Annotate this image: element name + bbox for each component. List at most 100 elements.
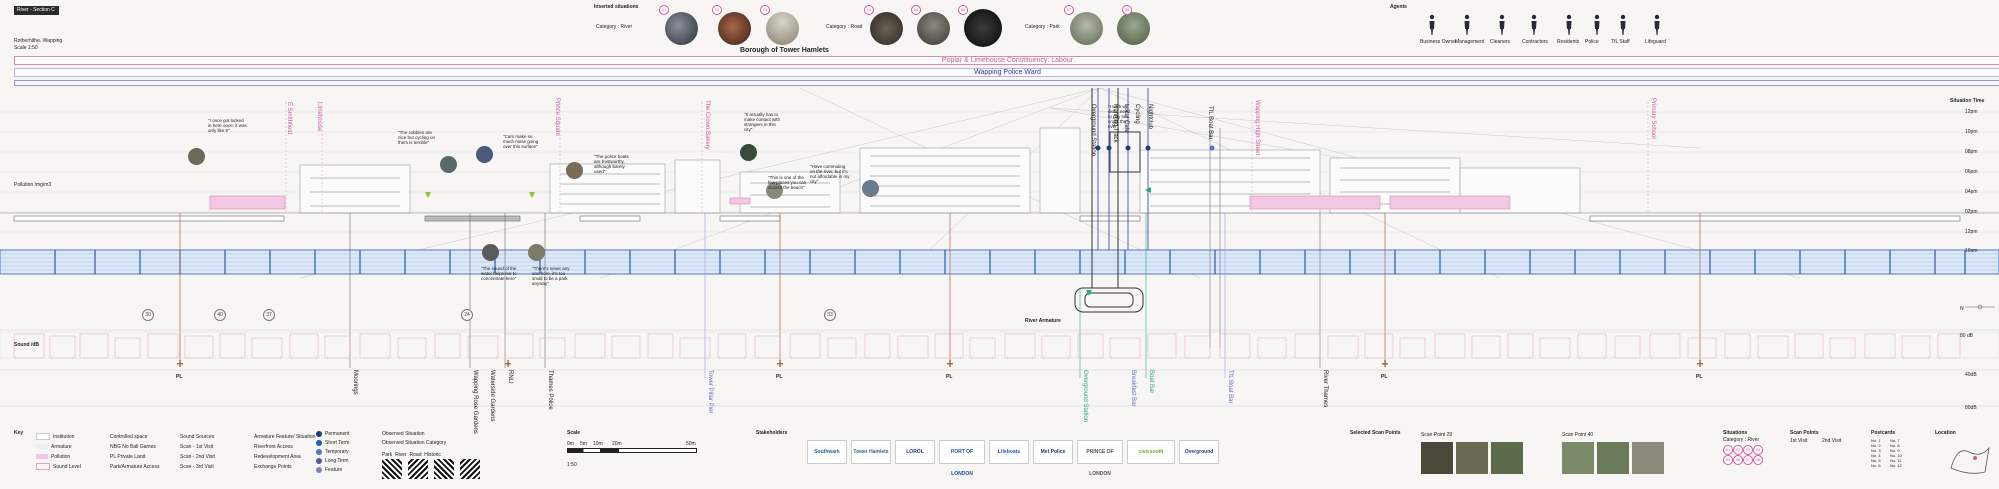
vlabel-wapping-rose-gardens: Wapping Rose Gardens [472, 370, 478, 434]
scan-point-30[interactable]: 30 [142, 309, 154, 321]
scan-point-b-label: Scan Point 40 [1562, 432, 1594, 438]
stakeholder-logo-9[interactable]: Overground [1179, 440, 1219, 464]
situation-num-8: 08 [1122, 5, 1132, 15]
vlabel-crown-bakery: The Crown Bakery [704, 100, 710, 150]
quote-photo-1[interactable] [188, 148, 205, 165]
scan-point-40[interactable]: 40 [214, 309, 226, 321]
situation-photo-7[interactable] [1070, 12, 1103, 45]
legend-col-6: Observed Situation Observed Situation Ca… [382, 431, 447, 446]
pl-label-1: PL [176, 374, 183, 380]
situation-photo-2[interactable] [718, 12, 751, 45]
postcards-col-1: No. 1 No. 2 No. 3 No. 4 No. 5 No. 6 [1871, 438, 1881, 468]
category-river-label: Category : River [596, 24, 633, 30]
vlabel-tfl-boat-bar-top: TfL Boat Bar [1207, 106, 1213, 140]
scan-point-24[interactable]: 24 [461, 309, 473, 321]
scale-tick-3: 20m [612, 441, 622, 447]
stakeholder-logo-8[interactable]: civicsouth [1127, 440, 1175, 464]
stakeholder-logo-4[interactable]: PORT OF LONDON [939, 440, 985, 477]
vlabel-waterside-gardens: Waterside Gardens [489, 370, 495, 422]
sit-legend-dot-1: 01 [1723, 445, 1733, 455]
agent-figure-management[interactable] [1463, 14, 1471, 36]
agent-figure-contractors[interactable] [1530, 14, 1538, 36]
scan-b-photo-1[interactable] [1562, 442, 1594, 474]
scan-points-title: Selected Scan Points [1350, 430, 1401, 436]
situation-photo-3[interactable] [766, 12, 799, 45]
legend-swatch-pollution [36, 454, 48, 460]
vlabel-overground-station: Overground Station [1090, 104, 1096, 157]
stakeholder-logo-1[interactable]: Southwark [807, 440, 847, 464]
postcards-title: Postcards [1871, 430, 1896, 436]
qr-code-4[interactable] [460, 459, 480, 479]
stakeholder-logo-5[interactable]: Lifeboats [989, 440, 1029, 464]
quote-photo-3[interactable] [476, 146, 493, 163]
quote-text-10: "There's never any one here, it's too sm… [532, 266, 570, 286]
quote-photo-8[interactable] [482, 244, 499, 261]
green-marker-1 [425, 192, 431, 198]
situations-legend-category: Category : River [1723, 437, 1760, 443]
qr-code-3[interactable] [434, 459, 454, 479]
time-scale-title: Situation Time [1950, 98, 1985, 104]
stakeholder-logo-7[interactable]: PRINCE OF LONDON [1077, 440, 1123, 477]
quote-text-6: "This is one of the few places you can a… [768, 175, 807, 190]
stakeholder-logo-3[interactable]: LOROL [895, 440, 935, 464]
qr-code-1[interactable] [382, 459, 402, 479]
stakeholder-logo-2[interactable]: Tower Hamlets [851, 440, 891, 464]
situation-num-3: 03 [760, 5, 770, 15]
agent-label-1: Business Owner [1420, 39, 1457, 45]
scan-a-photo-3[interactable] [1491, 442, 1523, 474]
situation-photo-4[interactable] [870, 12, 903, 45]
location-marker [1973, 456, 1977, 460]
bottom-label-lines [349, 213, 1321, 368]
scan-legend-title: Scan Points [1790, 430, 1819, 436]
scale-ratio: 1:50 [567, 462, 577, 468]
sound-band [0, 331, 1999, 359]
agent-label-8: Lifeguard [1645, 39, 1666, 45]
time-tick-5: 02pm [1965, 209, 1978, 215]
scan-point-37[interactable]: 37 [263, 309, 275, 321]
legend-swatch-sound [36, 463, 50, 471]
location-label: Rotherhithe, Wapping [14, 38, 63, 44]
situation-photo-6[interactable] [964, 9, 1002, 47]
river-armature-label: River Armature [1025, 318, 1061, 324]
pl-crosses [177, 360, 1703, 367]
vlabel-rnli: RNLI [507, 370, 513, 384]
scan-b-photo-3[interactable] [1632, 442, 1664, 474]
scale-title: Scale [567, 430, 581, 436]
agents-title: Agents [1390, 4, 1407, 10]
quote-photo-4[interactable] [566, 162, 583, 179]
quote-photo-7[interactable] [862, 180, 879, 197]
situation-photo-8[interactable] [1117, 12, 1150, 45]
agent-figure-tfl-staff[interactable] [1619, 14, 1627, 36]
scan-a-photo-1[interactable] [1421, 442, 1453, 474]
situation-photo-5[interactable] [917, 12, 950, 45]
agent-figure-cleaners[interactable] [1498, 14, 1506, 36]
agent-figure-residents[interactable] [1565, 14, 1573, 36]
pl-label-3: PL [946, 374, 953, 380]
quote-text-9: "The sound of the water helps me to conc… [481, 266, 517, 281]
agent-figure-police[interactable] [1593, 14, 1601, 36]
situations-legend-title: Situations [1723, 430, 1748, 436]
vlabel-tfl-boat-bar-bottom: TfL Boat Bar [1227, 370, 1233, 404]
vlabel-breakfast-bar: Breakfast Bar [1130, 370, 1136, 407]
time-tick-7: 10am [1965, 248, 1978, 254]
quote-photo-9[interactable] [528, 244, 545, 261]
agent-label-4: Contractors [1522, 39, 1548, 45]
situation-num-1: 01 [659, 5, 669, 15]
green-marker-2 [529, 192, 535, 198]
quote-photo-5[interactable] [740, 144, 757, 161]
ward-boundary-line [14, 80, 1999, 86]
time-tick-4: 04pm [1965, 189, 1978, 195]
scan-point-33[interactable]: 33 [824, 309, 836, 321]
agent-figure-business-owner[interactable] [1428, 14, 1436, 36]
agent-figure-lifeguard[interactable] [1653, 14, 1661, 36]
quote-photo-2[interactable] [440, 156, 457, 173]
situation-photo-1[interactable] [665, 12, 698, 45]
scan-b-photo-2[interactable] [1597, 442, 1629, 474]
situations-title: Inserted situations [594, 4, 639, 10]
qr-code-2[interactable] [408, 459, 428, 479]
stakeholder-logo-6[interactable]: Met Police [1033, 440, 1073, 464]
vlabel-boat-bar: Boat Bar [1148, 370, 1154, 394]
legend-col-4: Armature Feature/ Situation Riverfront Ac… [254, 434, 316, 470]
pollution-label: Pollution /mg/m3 [14, 182, 52, 188]
scan-a-photo-2[interactable] [1456, 442, 1488, 474]
